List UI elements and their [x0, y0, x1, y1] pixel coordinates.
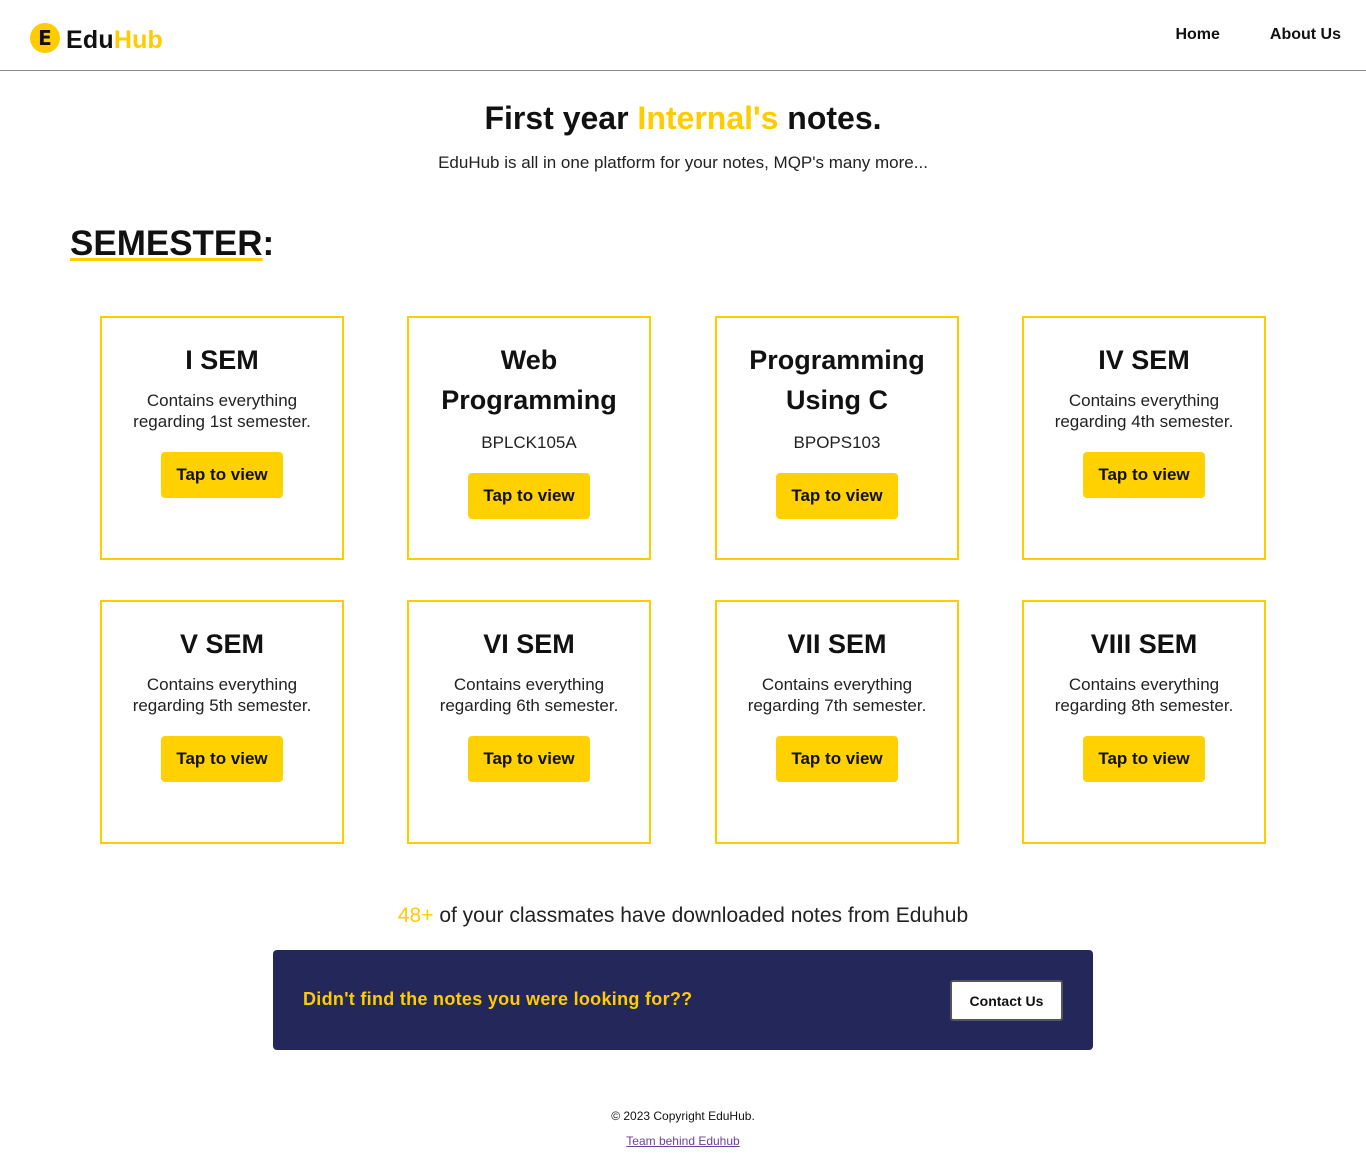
semester-heading: SEMESTER:: [70, 224, 274, 264]
card-sem-5: V SEM Contains everything regarding 5th …: [100, 600, 344, 844]
logo-text: EduHub: [66, 26, 163, 55]
card-description: Contains everything regarding 8th semest…: [1054, 675, 1234, 715]
card-sem-1: I SEM Contains everything regarding 1st …: [100, 316, 344, 560]
semester-heading-colon: :: [262, 224, 275, 263]
logo-text-edu: Edu: [66, 26, 114, 54]
title-accent: Internal's: [637, 100, 779, 136]
site-logo[interactable]: E EduHub: [30, 20, 163, 55]
logo-text-hub: Hub: [113, 26, 164, 54]
title-part1: First year: [484, 100, 638, 136]
card-sem-4: IV SEM Contains everything regarding 4th…: [1022, 316, 1266, 560]
card-description: Contains everything regarding 6th semest…: [439, 675, 619, 715]
card-title: I SEM: [185, 345, 259, 375]
tap-to-view-button[interactable]: Tap to view: [468, 473, 590, 519]
card-sem-8: VIII SEM Contains everything regarding 8…: [1022, 600, 1266, 844]
nav-home-link[interactable]: Home: [1175, 26, 1219, 44]
tap-to-view-button[interactable]: Tap to view: [161, 452, 283, 498]
card-programming-c: Programming Using C BPOPS103 Tap to view: [715, 316, 959, 560]
tap-to-view-button[interactable]: Tap to view: [1083, 452, 1205, 498]
card-course-code: BPOPS103: [793, 433, 881, 452]
tap-to-view-button[interactable]: Tap to view: [468, 736, 590, 782]
card-description: Contains everything regarding 5th semest…: [132, 675, 312, 715]
card-title: VIII SEM: [1090, 629, 1198, 659]
semester-heading-text: SEMESTER: [70, 224, 263, 263]
tap-to-view-button[interactable]: Tap to view: [161, 736, 283, 782]
card-title: Programming Using C: [749, 345, 925, 415]
card-description: Contains everything regarding 1st semest…: [133, 391, 311, 431]
card-description: Contains everything regarding 7th semest…: [747, 675, 927, 715]
title-part2: notes.: [778, 100, 882, 136]
contact-banner-text: Didn't find the notes you were looking f…: [303, 989, 693, 1009]
card-title: Web Programming: [441, 345, 617, 415]
nav-about-link[interactable]: About Us: [1270, 26, 1341, 44]
card-title: VI SEM: [483, 629, 575, 659]
footer-team: Team behind Eduhub: [0, 1134, 1366, 1148]
tap-to-view-button[interactable]: Tap to view: [776, 473, 898, 519]
team-link[interactable]: Team behind Eduhub: [626, 1134, 739, 1148]
page-subtitle: EduHub is all in one platform for your n…: [438, 153, 928, 172]
card-sem-6: VI SEM Contains everything regarding 6th…: [407, 600, 651, 844]
tap-to-view-button[interactable]: Tap to view: [1083, 736, 1205, 782]
logo-badge-icon: E: [30, 22, 60, 53]
footer-copyright: © 2023 Copyright EduHub.: [611, 1109, 755, 1123]
main-nav: Home About Us: [1175, 26, 1341, 44]
download-stats: 48+ of your classmates have downloaded n…: [0, 904, 1366, 928]
tap-to-view-button[interactable]: Tap to view: [776, 736, 898, 782]
page-title: First year Internal's notes.: [0, 100, 1366, 137]
card-title: VII SEM: [787, 629, 887, 659]
download-count: 48+: [397, 904, 434, 927]
site-header: E EduHub Home About Us: [0, 0, 1366, 71]
card-sem-7: VII SEM Contains everything regarding 7t…: [715, 600, 959, 844]
download-stats-text: of your classmates have downloaded notes…: [433, 904, 969, 927]
card-title: V SEM: [179, 629, 265, 659]
card-title: IV SEM: [1098, 345, 1190, 375]
contact-us-button[interactable]: Contact Us: [950, 980, 1063, 1021]
card-web-programming: Web Programming BPLCK105A Tap to view: [407, 316, 651, 560]
card-description: Contains everything regarding 4th semest…: [1054, 391, 1234, 431]
contact-banner: Didn't find the notes you were looking f…: [273, 950, 1093, 1050]
card-course-code: BPLCK105A: [481, 433, 577, 452]
